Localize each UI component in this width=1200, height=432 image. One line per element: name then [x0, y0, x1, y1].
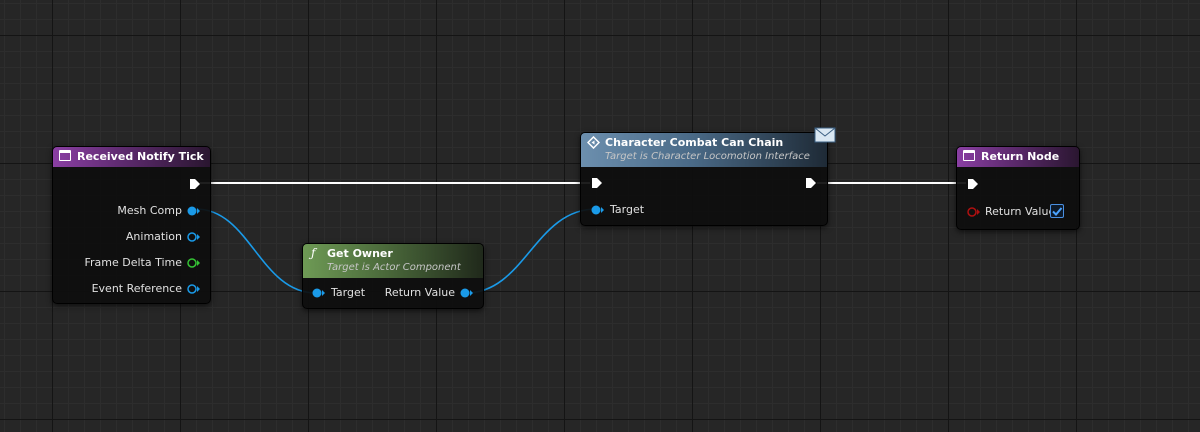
node-title: Return Node	[981, 150, 1060, 163]
pin-label-mesh-comp: Mesh Comp	[117, 204, 182, 217]
pin-label-frame-delta-time: Frame Delta Time	[84, 256, 182, 269]
node-character-combat-can-chain[interactable]: Character Combat Can Chain Target is Cha…	[580, 132, 828, 226]
data-wire-meshcomp-to-target[interactable]	[195, 208, 317, 294]
object-pin-return-value[interactable]	[460, 287, 474, 299]
pin-label-return-value: Return Value	[985, 205, 1056, 218]
node-received-notify-tick[interactable]: Received Notify Tick Mesh Comp Animation…	[52, 146, 211, 304]
checkmark-icon	[1052, 207, 1063, 216]
node-header: Return Node	[957, 147, 1079, 167]
object-pin-mesh-comp[interactable]	[187, 205, 201, 217]
exec-in-pin[interactable]	[967, 178, 979, 190]
data-wire-owner-to-target[interactable]	[465, 208, 597, 294]
node-header: Character Combat Can Chain Target is Cha…	[581, 133, 827, 167]
function-icon: ƒ	[311, 246, 316, 260]
node-header: Received Notify Tick	[53, 147, 210, 167]
node-return-node[interactable]: Return Node Return Value	[956, 146, 1080, 230]
node-header: ƒ Get Owner Target is Actor Component	[303, 244, 483, 278]
result-icon	[963, 150, 975, 161]
exec-out-pin[interactable]	[805, 177, 817, 189]
object-pin-target[interactable]	[312, 287, 326, 299]
node-title: Get Owner	[327, 247, 393, 260]
object-pin-animation[interactable]	[187, 231, 201, 243]
struct-pin-event-reference[interactable]	[187, 283, 201, 295]
pin-label-target: Target	[331, 286, 366, 299]
envelope-icon	[814, 127, 836, 143]
node-subtitle: Target is Character Locomotion Interface	[605, 151, 810, 162]
bool-pin-return-value[interactable]	[967, 206, 981, 218]
interface-message-icon	[587, 136, 600, 149]
return-value-checkbox[interactable]	[1050, 204, 1064, 218]
event-icon	[59, 150, 71, 161]
exec-out-pin[interactable]	[189, 178, 201, 190]
pin-label-target: Target	[610, 203, 645, 216]
float-pin-frame-delta-time[interactable]	[187, 257, 201, 269]
exec-in-pin[interactable]	[591, 177, 603, 189]
pin-label-event-reference: Event Reference	[91, 282, 182, 295]
pin-label-animation: Animation	[125, 230, 182, 243]
node-get-owner[interactable]: ƒ Get Owner Target is Actor Component Ta…	[302, 243, 484, 309]
node-subtitle: Target is Actor Component	[327, 262, 461, 273]
object-pin-target[interactable]	[591, 204, 605, 216]
node-title: Received Notify Tick	[77, 150, 204, 163]
pin-label-return-value: Return Value	[384, 286, 455, 299]
node-title: Character Combat Can Chain	[605, 136, 784, 149]
